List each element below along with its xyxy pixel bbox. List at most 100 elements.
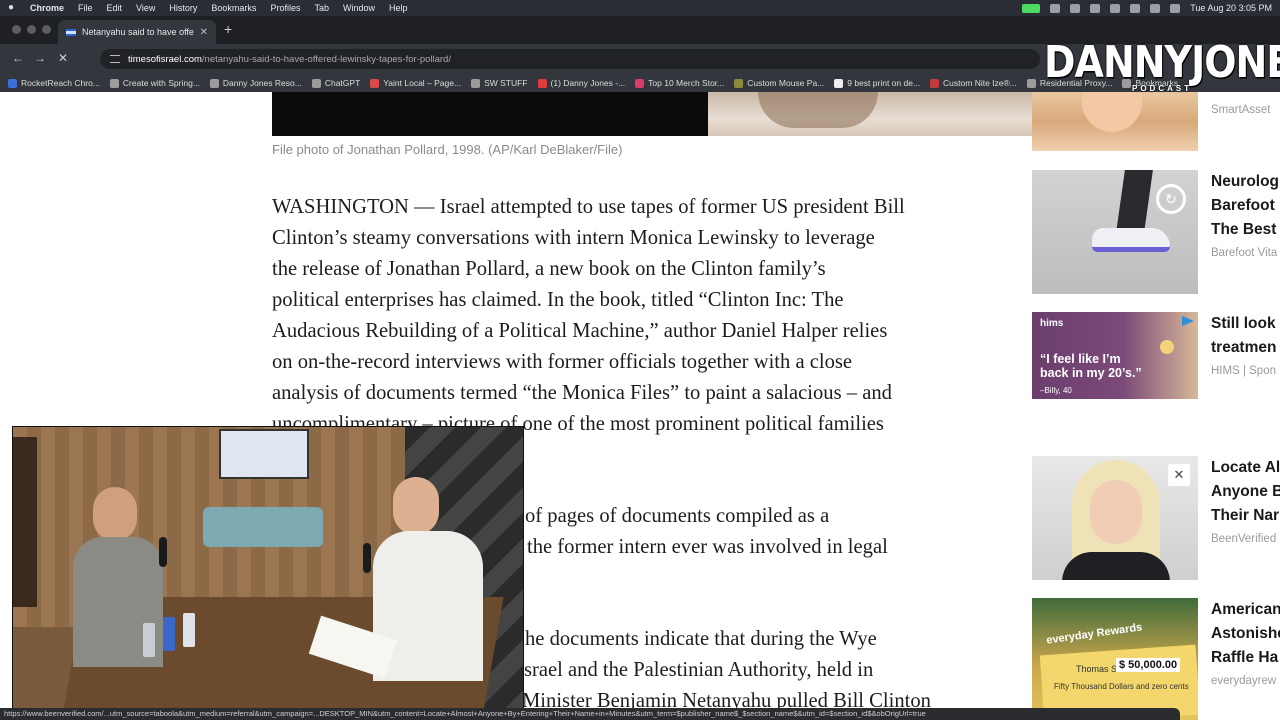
- webcam-overlay: [12, 426, 524, 716]
- bookmark-item[interactable]: Top 10 Merch Stor...: [635, 78, 724, 88]
- bookmark-item[interactable]: Custom Mouse Pa...: [734, 78, 824, 88]
- zoom-window-button[interactable]: [42, 25, 51, 34]
- search-icon[interactable]: [1150, 3, 1161, 13]
- ad-image[interactable]: hims “I feel like I’m back in my 20’s.” …: [1032, 312, 1198, 399]
- ad-title-line[interactable]: Raffle Ha: [1211, 646, 1278, 670]
- adchoices-icon[interactable]: [1182, 316, 1194, 326]
- studio-shelf: [13, 437, 37, 607]
- minimize-window-button[interactable]: [27, 25, 36, 34]
- tab-active[interactable]: Netanyahu said to have offered ✕: [58, 20, 216, 44]
- screen-record-icon[interactable]: [1022, 3, 1041, 13]
- bookmark-label: Yaint Local – Page...: [383, 78, 462, 88]
- channel-logo: DANNYJONES PODCAST: [1044, 38, 1280, 96]
- ad-source: Barefoot Vita: [1211, 247, 1278, 259]
- control-center-icon[interactable]: [1170, 3, 1181, 13]
- bookmark-item[interactable]: RocketReach Chro...: [8, 78, 100, 88]
- logo-subtext: PODCAST: [1132, 84, 1193, 93]
- article-line: of pages of documents compiled as a: [525, 505, 830, 527]
- bookmark-item[interactable]: Custom Nite Ize®...: [930, 78, 1017, 88]
- menu-file[interactable]: File: [78, 3, 93, 13]
- ad-title-line[interactable]: Locate Al: [1211, 456, 1280, 480]
- apple-icon[interactable]: ●: [8, 3, 18, 13]
- close-icon[interactable]: ✕: [1168, 464, 1190, 486]
- forward-arrow-icon[interactable]: →: [34, 51, 46, 65]
- back-arrow-icon[interactable]: ←: [12, 51, 24, 65]
- volume-icon[interactable]: [1090, 3, 1101, 13]
- menu-profiles[interactable]: Profiles: [270, 3, 300, 13]
- hims-logo: hims: [1040, 318, 1064, 329]
- vpn-icon[interactable]: [1050, 3, 1061, 13]
- ad-card-hims[interactable]: hims “I feel like I’m back in my 20’s.” …: [1032, 312, 1280, 400]
- article-hero-image: [272, 92, 1109, 136]
- display-icon[interactable]: [1070, 3, 1081, 13]
- bookmark-item[interactable]: 9 best print on de...: [834, 78, 920, 88]
- ad-title-line[interactable]: Neurolog: [1211, 170, 1279, 194]
- ad-title-line[interactable]: The Best: [1211, 218, 1276, 242]
- microphone: [363, 543, 371, 573]
- check-amount: $ 50,000.00: [1116, 658, 1181, 672]
- ad-card-beenverified[interactable]: ✕ Locate Al Anyone B Their Nar BeenVerif…: [1032, 456, 1280, 581]
- url-host: timesofisrael.com: [128, 53, 202, 65]
- article-line: WASHINGTON — Israel attempted to use tap…: [272, 196, 905, 218]
- menu-edit[interactable]: Edit: [107, 3, 123, 13]
- ad-image[interactable]: ✕: [1032, 456, 1198, 580]
- host-left: [63, 487, 163, 715]
- pill-graphic: [1160, 340, 1174, 354]
- ad-image[interactable]: everyday Rewards Thomas S $ 50,000.00 Fi…: [1032, 598, 1198, 720]
- bookmark-favicon-icon: [8, 78, 17, 88]
- bookmark-item[interactable]: Yaint Local – Page...: [370, 78, 461, 88]
- ad-title-line[interactable]: Their Nar: [1211, 504, 1279, 528]
- menu-history[interactable]: History: [169, 3, 197, 13]
- ad-card-smartasset[interactable]: SmartAsset: [1032, 92, 1280, 152]
- menu-view[interactable]: View: [136, 3, 155, 13]
- bookmark-item[interactable]: SW STUFF: [471, 78, 528, 88]
- menubar-clock[interactable]: Tue Aug 20 3:05 PM: [1190, 3, 1272, 13]
- bookmark-item[interactable]: (1) Danny Jones -...: [537, 78, 625, 88]
- menu-help[interactable]: Help: [389, 3, 408, 13]
- menu-tab[interactable]: Tab: [314, 3, 329, 13]
- close-window-button[interactable]: [12, 25, 21, 34]
- check-payee: Thomas S: [1076, 664, 1118, 674]
- ad-image[interactable]: [1032, 92, 1198, 151]
- url-path: /netanyahu-said-to-have-offered-lewinsky…: [201, 53, 451, 65]
- wifi-icon[interactable]: [1130, 3, 1141, 13]
- bookmark-favicon-icon: [537, 78, 547, 88]
- ad-title-line[interactable]: Anyone B: [1211, 480, 1280, 504]
- article-line: Clinton’s steamy conversations with inte…: [272, 227, 875, 249]
- ad-card-everyday-rewards[interactable]: everyday Rewards Thomas S $ 50,000.00 Fi…: [1032, 598, 1280, 720]
- article-line: the former intern ever was involved in l…: [527, 536, 888, 558]
- bookmark-item[interactable]: Create with Spring...: [109, 78, 200, 88]
- replay-icon[interactable]: ↻: [1156, 184, 1186, 214]
- bookmark-item[interactable]: Danny Jones Reso...: [209, 78, 302, 88]
- article-line: analysis of documents termed “the Monica…: [272, 382, 892, 404]
- window-controls: [12, 25, 51, 34]
- menu-window[interactable]: Window: [343, 3, 375, 13]
- drink-can: [143, 623, 155, 657]
- site-info-icon[interactable]: [110, 55, 120, 63]
- studio-monitor: [219, 429, 309, 479]
- ad-title-line[interactable]: Still look: [1211, 312, 1276, 336]
- ad-title-line[interactable]: American: [1211, 598, 1280, 622]
- drink-can: [163, 617, 175, 651]
- bookmark-label: ChatGPT: [324, 78, 361, 88]
- bookmark-item[interactable]: ChatGPT: [311, 78, 361, 88]
- article-line: political enterprises has claimed. In th…: [272, 289, 844, 311]
- ad-source: SmartAsset: [1211, 104, 1271, 116]
- ad-title-line[interactable]: Barefoot: [1211, 194, 1275, 218]
- menu-bookmarks[interactable]: Bookmarks: [211, 3, 256, 13]
- ad-image[interactable]: ↻: [1032, 170, 1198, 294]
- bookmark-favicon-icon: [635, 78, 645, 88]
- bookmark-label: 9 best print on de...: [847, 78, 921, 88]
- close-icon[interactable]: ✕: [200, 27, 208, 38]
- ad-title-line[interactable]: treatmen: [1211, 336, 1276, 360]
- battery-icon[interactable]: [1110, 3, 1121, 13]
- ad-title-line[interactable]: Astonishe: [1211, 622, 1280, 646]
- bookmark-label: RocketReach Chro...: [21, 78, 100, 88]
- new-tab-icon[interactable]: +: [224, 22, 232, 36]
- menu-chrome[interactable]: Chrome: [30, 3, 64, 13]
- sponsored-sidebar: SmartAsset ↻ Neurolog Barefoot The Best …: [1032, 92, 1280, 720]
- address-bar[interactable]: timesofisrael.com/netanyahu-said-to-have…: [100, 49, 1040, 69]
- stop-loading-icon[interactable]: ✕: [58, 51, 68, 65]
- ad-card-barefoot[interactable]: ↻ Neurolog Barefoot The Best Barefoot Vi…: [1032, 170, 1280, 295]
- status-area: Tue Aug 20 3:05 PM: [1022, 0, 1272, 16]
